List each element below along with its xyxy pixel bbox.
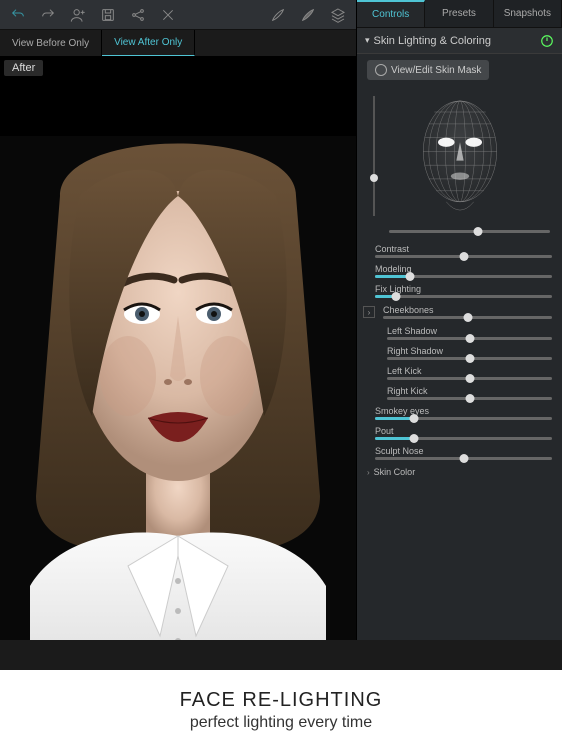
cheekbones-expander[interactable]: › Cheekbones xyxy=(357,301,562,323)
slider-left-shadow[interactable] xyxy=(387,337,552,340)
slider-sculpt-nose[interactable] xyxy=(375,457,552,460)
skin-color-label: Skin Color xyxy=(374,467,416,477)
face-horizontal-slider[interactable] xyxy=(389,230,550,233)
mask-icon xyxy=(375,64,387,76)
layers-icon[interactable] xyxy=(330,7,346,23)
chevron-right-icon: › xyxy=(367,468,370,477)
main-toolbar xyxy=(0,0,356,30)
slider-smokey-eyes[interactable] xyxy=(375,417,552,420)
tab-controls[interactable]: Controls xyxy=(357,0,425,27)
slider-label: Modeling xyxy=(375,264,552,274)
marketing-caption: FACE RE-LIGHTING perfect lighting every … xyxy=(0,670,562,750)
redo-icon[interactable] xyxy=(40,7,56,23)
crop-icon[interactable] xyxy=(160,7,176,23)
save-icon[interactable] xyxy=(100,7,116,23)
left-pane: View Before Only View After Only After xyxy=(0,0,356,640)
cheekbones-slider[interactable] xyxy=(383,316,552,319)
add-user-icon[interactable] xyxy=(70,7,86,23)
brush-dark-icon[interactable] xyxy=(300,7,316,23)
brush-light-icon[interactable] xyxy=(270,7,286,23)
face-vertical-slider[interactable] xyxy=(367,96,381,216)
undo-icon[interactable] xyxy=(10,7,26,23)
panel-title: Skin Lighting & Coloring xyxy=(374,35,491,47)
sliders-group: Contrast Modeling Fix Lighting xyxy=(357,241,562,301)
chevron-down-icon: ▾ xyxy=(365,35,370,46)
tab-snapshots[interactable]: Snapshots xyxy=(494,0,562,27)
power-icon[interactable] xyxy=(540,34,554,48)
skin-color-row[interactable]: › Skin Color xyxy=(357,463,562,481)
slider-fix-lighting[interactable] xyxy=(375,295,552,298)
caption-line1: FACE RE-LIGHTING xyxy=(180,689,383,712)
slider-label: Smokey eyes xyxy=(375,406,552,416)
view-tabs: View Before Only View After Only xyxy=(0,30,356,56)
slider-label: Fix Lighting xyxy=(375,284,552,294)
skin-mask-label: View/Edit Skin Mask xyxy=(391,65,481,76)
slider-pout[interactable] xyxy=(375,437,552,440)
right-panel: Controls Presets Snapshots ▾ Skin Lighti… xyxy=(356,0,562,640)
portrait-photo xyxy=(0,136,356,640)
slider-modeling[interactable] xyxy=(375,275,552,278)
skin-mask-button[interactable]: View/Edit Skin Mask xyxy=(367,60,489,80)
right-tabs: Controls Presets Snapshots xyxy=(357,0,562,28)
slider-right-kick[interactable] xyxy=(387,397,552,400)
slider-contrast[interactable] xyxy=(375,255,552,258)
tab-view-before[interactable]: View Before Only xyxy=(0,30,102,56)
expand-icon: › xyxy=(363,306,375,318)
share-icon[interactable] xyxy=(130,7,146,23)
image-canvas[interactable]: After xyxy=(0,56,356,640)
slider-left-kick[interactable] xyxy=(387,377,552,380)
app-window: View Before Only View After Only After xyxy=(0,0,562,670)
after-label: After xyxy=(4,60,43,76)
slider-right-shadow[interactable] xyxy=(387,357,552,360)
face-3d-preview[interactable] xyxy=(357,86,562,226)
slider-label: Pout xyxy=(375,426,552,436)
tab-presets[interactable]: Presets xyxy=(425,0,493,27)
tab-view-after[interactable]: View After Only xyxy=(102,30,195,56)
caption-line2: perfect lighting every time xyxy=(190,714,372,732)
panel-header[interactable]: ▾ Skin Lighting & Coloring xyxy=(357,28,562,54)
